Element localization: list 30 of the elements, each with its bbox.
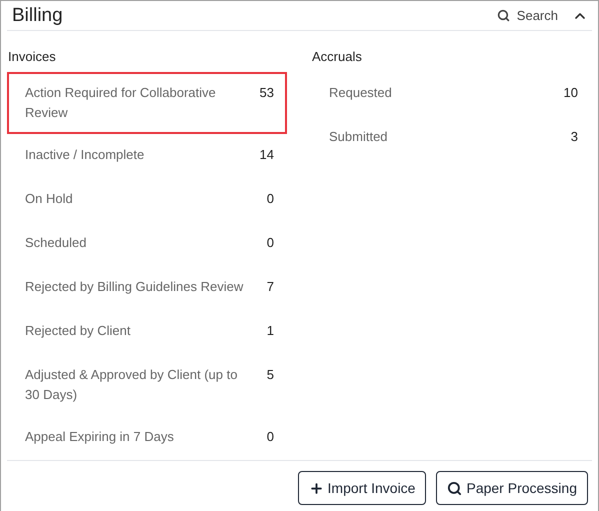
- section-heading: Invoices: [8, 49, 57, 64]
- section-heading: Accruals: [312, 49, 363, 64]
- panel-title: Billing: [12, 4, 63, 26]
- search-link[interactable]: Search: [496, 8, 558, 23]
- status-count: 1: [266, 322, 274, 340]
- status-label[interactable]: Adjusted & Approved by Client (up to 30 Days): [25, 365, 255, 405]
- status-count: 0: [266, 190, 274, 208]
- status-count: 0: [266, 428, 274, 446]
- search-icon: [496, 9, 510, 22]
- status-count: 14: [260, 146, 274, 164]
- status-label[interactable]: Rejected by Billing Guidelines Review: [25, 277, 244, 297]
- status-label[interactable]: Submitted: [329, 127, 388, 147]
- status-count: 53: [260, 84, 274, 102]
- import-button[interactable]: Import Invoice: [298, 471, 426, 505]
- search-icon: [447, 480, 462, 496]
- status-label[interactable]: Inactive / Incomplete: [25, 145, 144, 165]
- plus-icon: [308, 480, 324, 496]
- status-label[interactable]: On Hold: [25, 189, 73, 209]
- status-label[interactable]: Appeal Expiring in 7 Days: [25, 427, 174, 447]
- status-count: 7: [266, 278, 274, 296]
- status-count: 5: [266, 366, 274, 384]
- status-label[interactable]: Scheduled: [25, 233, 86, 253]
- status-label[interactable]: Requested: [329, 83, 392, 103]
- status-label[interactable]: Action Required for Collaborative Review: [25, 83, 250, 123]
- status-label[interactable]: Rejected by Client: [25, 321, 130, 341]
- status-count: 3: [570, 128, 578, 146]
- highlighted-row[interactable]: Action Required for Collaborative Review 53: [7, 72, 287, 134]
- status-count: 0: [266, 234, 274, 252]
- processing-button[interactable]: Paper Processing: [436, 471, 588, 505]
- status-count: 10: [564, 84, 578, 102]
